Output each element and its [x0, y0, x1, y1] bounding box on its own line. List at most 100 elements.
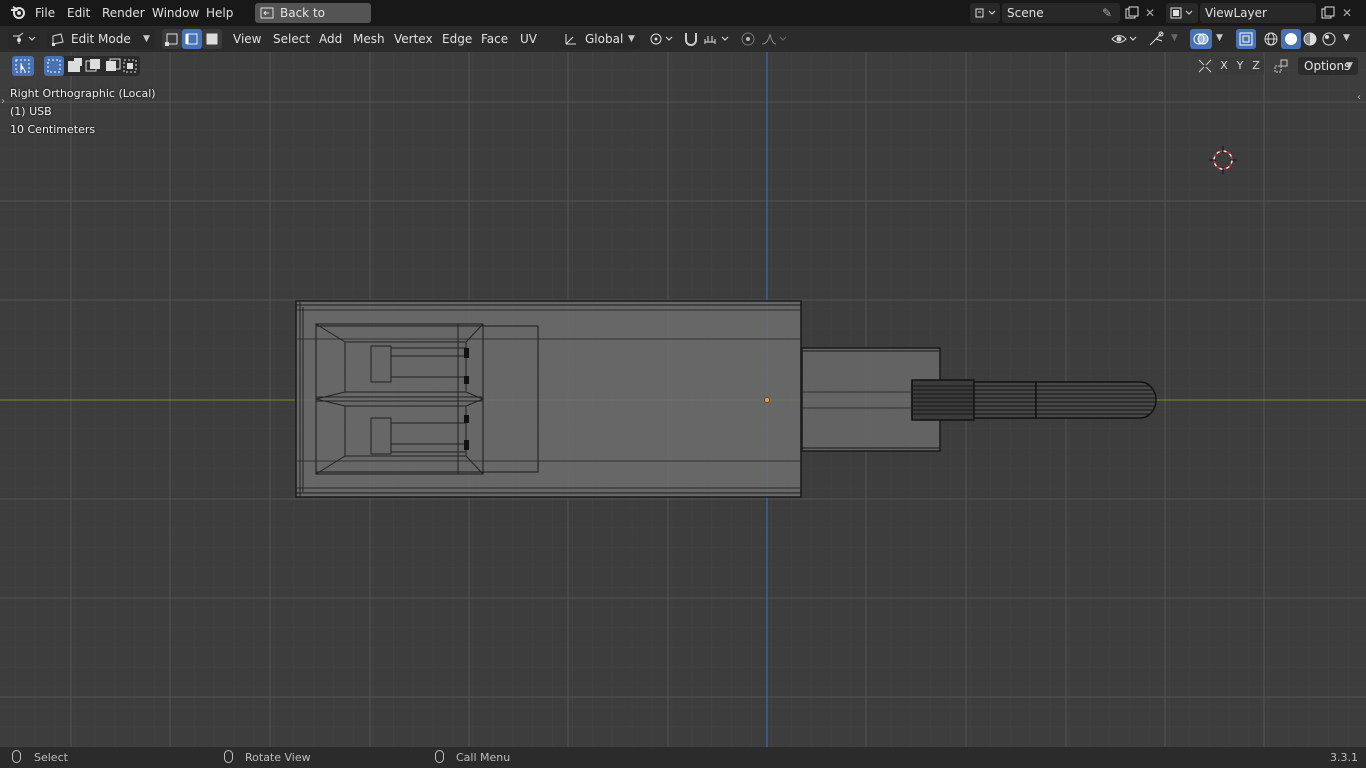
- rendered-shading-button[interactable]: [1319, 29, 1339, 49]
- object-name: (1) USB: [10, 105, 52, 118]
- edge-select-mode-button[interactable]: [182, 29, 202, 49]
- gizmo-icon: [1149, 31, 1164, 46]
- version-label: 3.3.1: [1330, 751, 1358, 764]
- visibility-dropdown[interactable]: [1110, 29, 1140, 49]
- menu-mesh[interactable]: Mesh: [353, 26, 385, 52]
- selection-mode-group: [44, 56, 140, 76]
- 3d-viewport[interactable]: X Y Z Options ▼ › ‹ Right Orthographic (…: [0, 52, 1366, 747]
- back-to-previous-button[interactable]: Back to Previous: [255, 3, 371, 40]
- mirror-x-toggle[interactable]: X: [1216, 57, 1232, 75]
- overlays-icon: [1193, 33, 1209, 45]
- set-selection-mode[interactable]: [44, 56, 64, 76]
- orientation-icon: [565, 34, 576, 45]
- chevron-down-icon: ▼: [143, 34, 150, 44]
- menu-window[interactable]: Window: [152, 0, 199, 26]
- status-bar: Select Rotate View Call Menu 3.3.1: [0, 747, 1366, 768]
- scene-browse-button[interactable]: [970, 3, 1000, 23]
- menu-add[interactable]: Add: [319, 26, 342, 52]
- select-box-tool[interactable]: [12, 56, 34, 76]
- new-view-layer-icon[interactable]: [1318, 3, 1338, 23]
- vertex-select-mode-button[interactable]: [162, 29, 182, 49]
- menu-help[interactable]: Help: [206, 0, 233, 26]
- menu-render[interactable]: Render: [102, 0, 145, 26]
- usb-body-mesh[interactable]: [295, 300, 802, 498]
- scene-name-field[interactable]: Scene ✎: [1002, 3, 1120, 23]
- mode-dropdown[interactable]: Edit Mode ▼: [47, 29, 155, 49]
- status-call-menu: Call Menu: [456, 751, 511, 764]
- overlays-toggle[interactable]: [1190, 29, 1212, 49]
- middle-mouse-icon: [224, 750, 233, 763]
- gizmo-dropdown[interactable]: ▼: [1168, 29, 1182, 49]
- vertex-select-icon: [165, 33, 178, 46]
- view-layer-name-field[interactable]: ViewLayer: [1200, 3, 1316, 23]
- snap-increment-icon: [704, 36, 729, 44]
- grid-scale: 10 Centimeters: [10, 123, 96, 136]
- delete-view-layer-icon[interactable]: ✕: [1340, 3, 1354, 23]
- menu-file[interactable]: File: [35, 0, 55, 26]
- pin-icon[interactable]: ✎: [1102, 3, 1112, 23]
- chevron-down-icon: ▼: [628, 34, 635, 44]
- left-mouse-icon: [12, 750, 21, 763]
- edit-mode-icon: [52, 33, 64, 46]
- mirror-y-toggle[interactable]: Y: [1232, 57, 1248, 75]
- material-sphere-icon: [1303, 32, 1317, 46]
- proportional-edit-toggle[interactable]: [738, 29, 758, 49]
- status-select: Select: [34, 751, 68, 764]
- edge-select-icon: [185, 33, 198, 45]
- auto-merge-icon[interactable]: [1272, 57, 1290, 75]
- shading-dropdown[interactable]: ▼: [1340, 29, 1354, 49]
- blender-logo-icon[interactable]: [9, 0, 27, 26]
- 3d-viewport-icon: [13, 32, 36, 44]
- select-box-icon: [15, 59, 30, 73]
- menu-edit[interactable]: Edit: [67, 0, 90, 26]
- snap-target-dropdown[interactable]: [703, 29, 733, 49]
- new-scene-icon[interactable]: [1122, 3, 1142, 23]
- mode-label: Edit Mode: [71, 32, 131, 46]
- view-layer-name: ViewLayer: [1205, 6, 1267, 20]
- options-dropdown[interactable]: Options ▼: [1298, 57, 1358, 75]
- rendered-sphere-icon: [1322, 32, 1336, 46]
- falloff-curve-icon: [761, 33, 787, 45]
- chevron-down-icon: ▼: [1346, 61, 1353, 71]
- options-label: Options: [1304, 59, 1351, 73]
- orientation-label: Global: [585, 32, 624, 46]
- menu-vertex[interactable]: Vertex: [394, 26, 433, 52]
- overlays-dropdown[interactable]: ▼: [1212, 29, 1228, 49]
- wireframe-sphere-icon: [1264, 32, 1278, 46]
- view-layer-browse-button[interactable]: [1166, 3, 1198, 23]
- solid-shading-button[interactable]: [1281, 29, 1301, 49]
- right-mouse-icon: [435, 750, 444, 763]
- xray-icon: [1239, 32, 1253, 46]
- pivot-point-dropdown[interactable]: [645, 29, 677, 49]
- menu-view[interactable]: View: [233, 26, 261, 52]
- toolbar-expand-icon[interactable]: ›: [1, 96, 5, 107]
- solid-sphere-icon: [1285, 33, 1297, 45]
- face-select-icon: [206, 33, 218, 45]
- wireframe-shading-button[interactable]: [1261, 29, 1281, 49]
- viewport-header: Edit Mode ▼ View Select Add Mesh Vertex …: [0, 26, 1366, 52]
- top-bar: File Edit Render Window Help Back to Pre…: [0, 0, 1366, 40]
- xray-toggle[interactable]: [1236, 29, 1256, 49]
- delete-scene-icon[interactable]: ✕: [1143, 3, 1157, 23]
- sidebar-expand-icon[interactable]: ‹: [1357, 92, 1361, 103]
- usb-cable-mesh[interactable]: [911, 379, 1157, 421]
- view-name: Right Orthographic (Local): [10, 87, 156, 100]
- menu-select[interactable]: Select: [273, 26, 310, 52]
- menu-face[interactable]: Face: [481, 26, 508, 52]
- falloff-dropdown[interactable]: [760, 29, 790, 49]
- face-select-mode-button[interactable]: [202, 29, 222, 49]
- gizmo-toggle[interactable]: [1146, 29, 1166, 49]
- snap-toggle[interactable]: [680, 29, 702, 49]
- back-icon: [260, 7, 274, 19]
- editor-type-dropdown[interactable]: [8, 29, 40, 49]
- mirror-icon[interactable]: [1196, 57, 1214, 75]
- pivot-icon: [650, 33, 673, 45]
- material-preview-button[interactable]: [1300, 29, 1320, 49]
- viewport-canvas: [0, 52, 1366, 747]
- transform-orientation-dropdown[interactable]: Global ▼: [560, 29, 640, 49]
- mirror-z-toggle[interactable]: Z: [1248, 57, 1264, 75]
- eye-icon: [1111, 35, 1137, 43]
- menu-edge[interactable]: Edge: [442, 26, 472, 52]
- menu-uv[interactable]: UV: [520, 26, 537, 52]
- proportional-edit-icon: [741, 32, 755, 46]
